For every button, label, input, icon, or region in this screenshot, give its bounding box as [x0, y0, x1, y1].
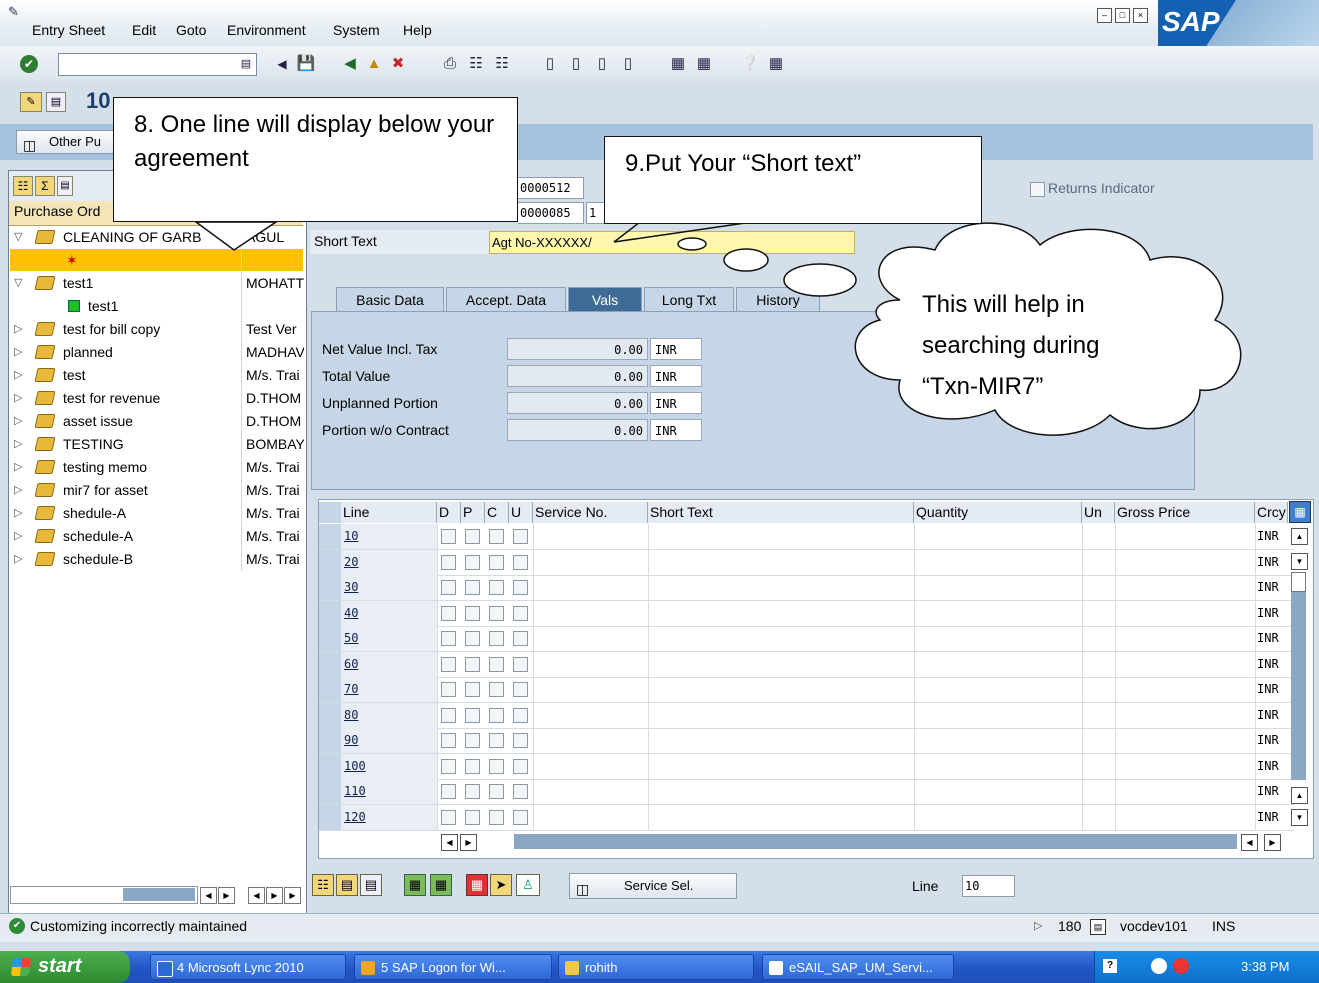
callout-8: 8. One line will display below your agre… — [113, 97, 518, 222]
thought-bubble-large — [783, 263, 857, 297]
callout-9-text: 9.Put Your “Short text” — [625, 150, 862, 177]
callout-8-text: 8. One line will display below your agre… — [134, 111, 495, 172]
thought-bubble-small — [677, 237, 707, 251]
thought-bubble-medium — [723, 248, 769, 272]
callout-8-pointer — [193, 221, 279, 251]
cloud-text: This will help in searching during “Txn-… — [922, 291, 1100, 400]
callout-9: 9.Put Your “Short text” — [604, 136, 982, 224]
